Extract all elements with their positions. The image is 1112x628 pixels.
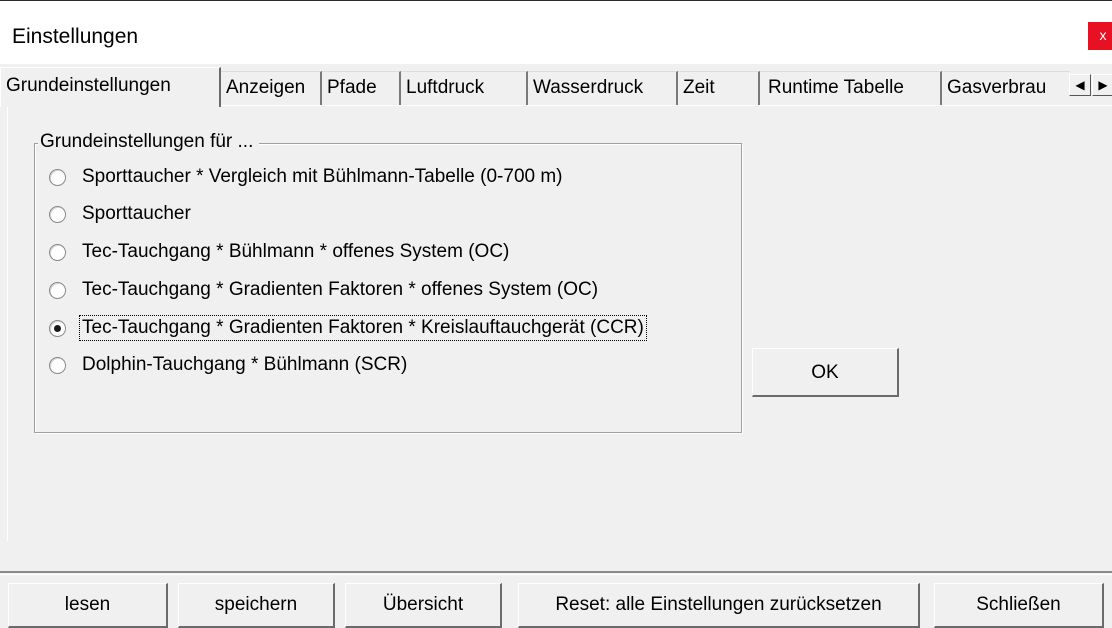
option-label[interactable]: Tec-Tauchgang * Bühlmann * offenes Syste…: [80, 240, 511, 264]
option-tec-gf-oc[interactable]: Tec-Tauchgang * Gradienten Faktoren * of…: [49, 275, 600, 305]
tab-pfade[interactable]: Pfade: [322, 71, 401, 105]
tab-luftdruck[interactable]: Luftdruck: [401, 71, 528, 105]
tab-wasserdruck[interactable]: Wasserdruck: [528, 71, 678, 105]
read-button[interactable]: lesen: [8, 583, 168, 628]
separator: [0, 571, 1112, 575]
option-dolphin-scr[interactable]: Dolphin-Tauchgang * Bühlmann (SCR): [49, 350, 409, 380]
settings-window: Einstellungen x Grundeinstellungen Anzei…: [0, 0, 1112, 628]
tab-panel-grundeinstellungen: Grundeinstellungen für ... Sporttaucher …: [7, 105, 1112, 541]
close-button[interactable]: Schließen: [934, 583, 1104, 628]
ok-button[interactable]: OK: [752, 348, 899, 397]
tab-grundeinstellungen[interactable]: Grundeinstellungen: [0, 67, 221, 107]
scroll-left-icon[interactable]: ◀: [1069, 74, 1091, 96]
group-box: Grundeinstellungen für ... Sporttaucher …: [34, 131, 742, 433]
tab-runtime-tabelle[interactable]: Runtime Tabelle: [760, 71, 942, 105]
option-label[interactable]: Tec-Tauchgang * Gradienten Faktoren * Kr…: [79, 315, 647, 341]
radio-button[interactable]: [49, 243, 66, 261]
radio-button[interactable]: [49, 356, 66, 374]
option-label[interactable]: Tec-Tauchgang * Gradienten Faktoren * of…: [80, 278, 600, 302]
option-label[interactable]: Dolphin-Tauchgang * Bühlmann (SCR): [80, 353, 409, 377]
tab-strip: Grundeinstellungen Anzeigen Pfade Luftdr…: [0, 64, 1112, 107]
option-tec-buehlmann-oc[interactable]: Tec-Tauchgang * Bühlmann * offenes Syste…: [49, 237, 511, 267]
tab-zeit[interactable]: Zeit: [678, 71, 760, 105]
option-tec-gf-ccr[interactable]: Tec-Tauchgang * Gradienten Faktoren * Kr…: [49, 313, 647, 343]
close-icon[interactable]: x: [1088, 22, 1112, 50]
reset-button[interactable]: Reset: alle Einstellungen zurücksetzen: [518, 583, 920, 628]
tab-gasverbrauch[interactable]: Gasverbrau: [942, 71, 1070, 105]
tab-anzeigen[interactable]: Anzeigen: [221, 71, 322, 105]
option-sporttaucher[interactable]: Sporttaucher: [49, 199, 193, 229]
group-box-legend: Grundeinstellungen für ...: [38, 131, 260, 153]
title-bar: Einstellungen x: [0, 0, 1112, 64]
option-label[interactable]: Sporttaucher * Vergleich mit Bühlmann-Ta…: [80, 165, 565, 189]
overview-button[interactable]: Übersicht: [345, 583, 502, 628]
save-button[interactable]: speichern: [178, 583, 335, 628]
window-title: Einstellungen: [12, 25, 139, 48]
radio-button[interactable]: [49, 168, 66, 186]
radio-button[interactable]: [49, 281, 66, 299]
radio-button[interactable]: [49, 205, 66, 223]
option-sporttaucher-vergleich[interactable]: Sporttaucher * Vergleich mit Bühlmann-Ta…: [49, 162, 565, 192]
option-label[interactable]: Sporttaucher: [80, 202, 193, 226]
scroll-right-icon[interactable]: ▶: [1092, 74, 1112, 96]
radio-button-selected[interactable]: [49, 319, 66, 337]
